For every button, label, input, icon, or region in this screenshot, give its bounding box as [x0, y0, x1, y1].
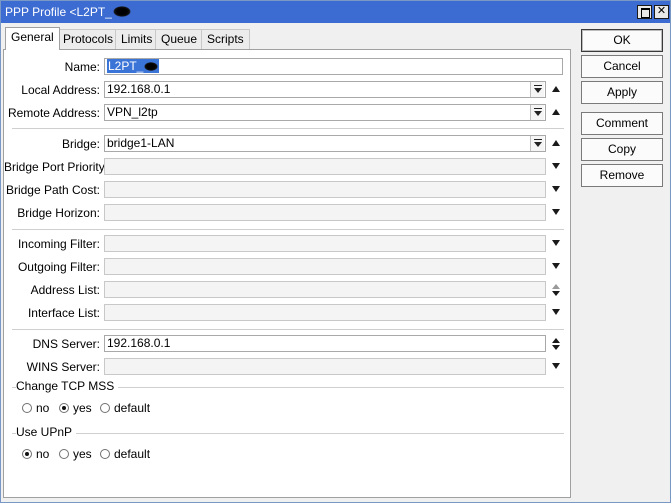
- tab-scripts[interactable]: Scripts: [201, 29, 250, 49]
- bridge-path-cost-label: Bridge Path Cost:: [5, 183, 100, 197]
- change-tcp-mss-title: Change TCP MSS: [16, 379, 119, 393]
- bridge-path-cost-input[interactable]: [104, 181, 546, 198]
- address-list-updown-icon[interactable]: [551, 284, 561, 296]
- local-address-input[interactable]: 192.168.0.1: [104, 81, 546, 98]
- local-address-dropdown[interactable]: [530, 82, 544, 97]
- address-list-label: Address List:: [30, 283, 100, 297]
- remove-button[interactable]: Remove: [581, 164, 663, 187]
- radio-selected-icon: [22, 449, 32, 459]
- bridge-horizon-label: Bridge Horizon:: [17, 206, 100, 220]
- name-input[interactable]: L2PT_: [104, 58, 563, 75]
- window-title: PPP Profile <L2PT_: [5, 5, 131, 19]
- tcp-mss-no-radio[interactable]: no: [22, 401, 49, 415]
- wins-server-expand-icon[interactable]: [551, 361, 561, 371]
- maximize-icon[interactable]: [637, 5, 652, 19]
- tcp-mss-yes-radio[interactable]: yes: [59, 401, 92, 415]
- remote-address-dropdown[interactable]: [530, 105, 544, 120]
- use-upnp-title: Use UPnP: [16, 425, 77, 439]
- bridge-dropdown[interactable]: [530, 136, 544, 151]
- bridge-label: Bridge:: [61, 137, 100, 151]
- radio-icon: [59, 449, 69, 459]
- wins-server-label: WINS Server:: [26, 360, 100, 374]
- redaction-scribble: [144, 62, 159, 71]
- bridge-horizon-input[interactable]: [104, 204, 546, 221]
- tab-limits[interactable]: Limits: [115, 29, 159, 49]
- interface-list-label: Interface List:: [27, 306, 100, 320]
- incoming-filter-input[interactable]: [104, 235, 546, 252]
- outgoing-filter-label: Outgoing Filter:: [17, 260, 100, 274]
- outgoing-filter-input[interactable]: [104, 258, 546, 275]
- close-icon[interactable]: ✕: [654, 5, 669, 19]
- interface-list-input[interactable]: [104, 304, 546, 321]
- local-address-label: Local Address:: [21, 83, 100, 97]
- bridge-port-priority-expand-icon[interactable]: [551, 161, 561, 171]
- comment-button[interactable]: Comment: [581, 112, 663, 135]
- radio-icon: [22, 403, 32, 413]
- outgoing-filter-expand-icon[interactable]: [551, 261, 561, 271]
- separator: [12, 229, 564, 230]
- dns-server-label: DNS Server:: [32, 337, 100, 351]
- cancel-button[interactable]: Cancel: [581, 55, 663, 78]
- remote-address-input[interactable]: VPN_l2tp: [104, 104, 546, 121]
- tab-protocols[interactable]: Protocols: [57, 29, 120, 49]
- separator: [12, 329, 564, 330]
- bridge-port-priority-input[interactable]: [104, 158, 546, 175]
- remote-address-collapse-icon[interactable]: [551, 107, 561, 117]
- remote-address-label: Remote Address:: [7, 106, 100, 120]
- interface-list-expand-icon[interactable]: [551, 307, 561, 317]
- tcp-mss-default-radio[interactable]: default: [100, 401, 150, 415]
- redaction-scribble: [112, 6, 131, 17]
- radio-selected-icon: [59, 403, 69, 413]
- tab-queue[interactable]: Queue: [155, 29, 204, 49]
- bridge-input[interactable]: bridge1-LAN: [104, 135, 546, 152]
- incoming-filter-label: Incoming Filter:: [17, 237, 100, 251]
- bridge-path-cost-expand-icon[interactable]: [551, 184, 561, 194]
- name-value: L2PT_: [107, 59, 160, 73]
- incoming-filter-expand-icon[interactable]: [551, 238, 561, 248]
- upnp-default-radio[interactable]: default: [100, 447, 150, 461]
- bridge-port-priority-label: Bridge Port Priority:: [4, 160, 109, 174]
- radio-icon: [100, 449, 110, 459]
- dns-server-input[interactable]: 192.168.0.1: [104, 335, 546, 352]
- tab-general[interactable]: General: [5, 27, 60, 50]
- local-address-collapse-icon[interactable]: [551, 84, 561, 94]
- upnp-no-radio[interactable]: no: [22, 447, 49, 461]
- general-panel: Name: L2PT_ Local Address: 192.168.0.1 R…: [3, 49, 571, 498]
- apply-button[interactable]: Apply: [581, 81, 663, 104]
- ppp-profile-window: PPP Profile <L2PT_ ✕ General Protocols L…: [0, 0, 671, 503]
- separator: [12, 433, 564, 434]
- separator: [12, 128, 564, 129]
- ok-button[interactable]: OK: [581, 29, 663, 52]
- radio-icon: [100, 403, 110, 413]
- upnp-yes-radio[interactable]: yes: [59, 447, 92, 461]
- title-bar[interactable]: PPP Profile <L2PT_ ✕: [1, 1, 670, 23]
- dns-server-updown-icon[interactable]: [551, 338, 561, 350]
- bridge-collapse-icon[interactable]: [551, 138, 561, 148]
- name-label: Name:: [64, 60, 100, 74]
- bridge-horizon-expand-icon[interactable]: [551, 207, 561, 217]
- address-list-input[interactable]: [104, 281, 546, 298]
- copy-button[interactable]: Copy: [581, 138, 663, 161]
- wins-server-input[interactable]: [104, 358, 546, 375]
